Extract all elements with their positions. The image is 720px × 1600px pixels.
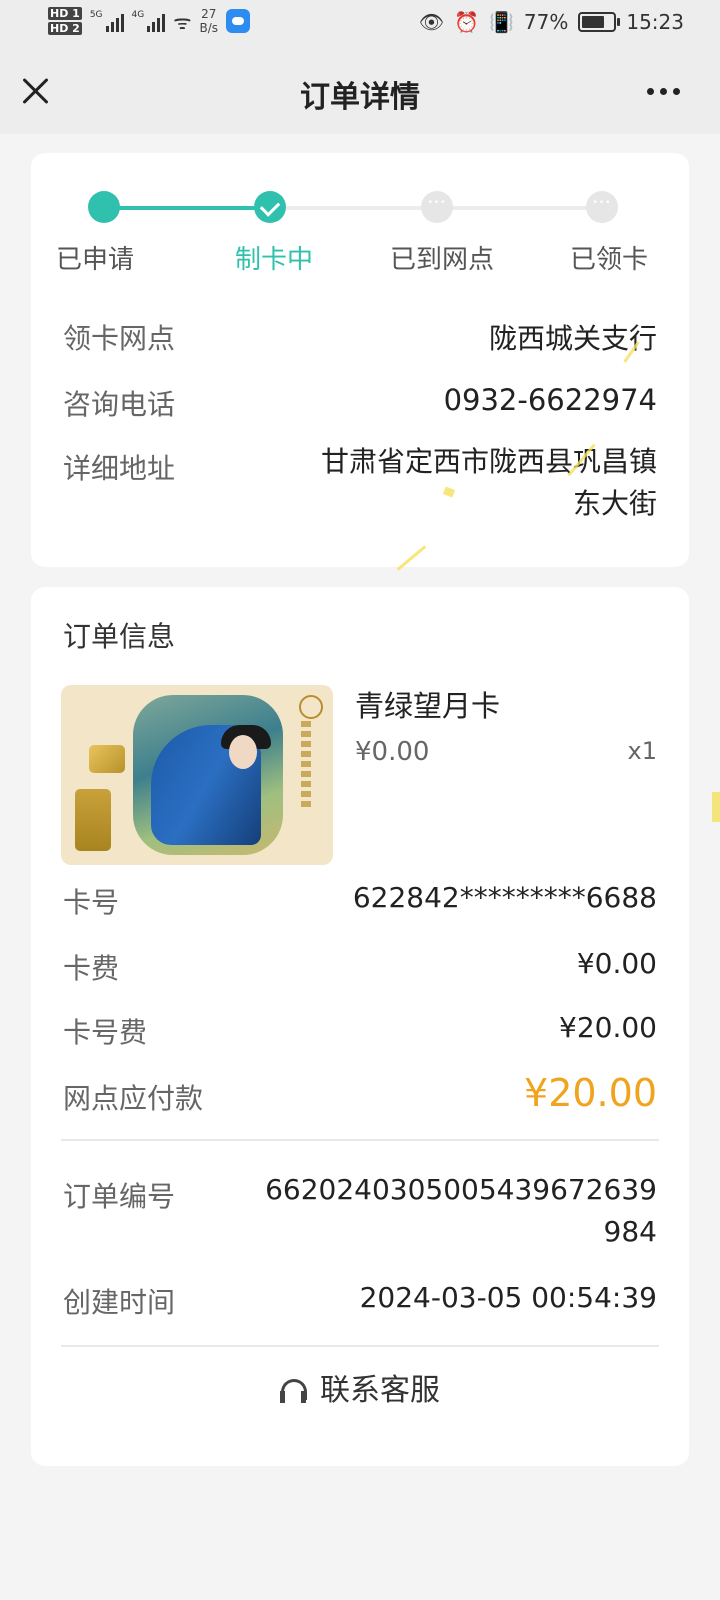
order-number-row: 订单编号 66202403050054396726​39 984	[63, 1173, 657, 1248]
step-label-applied: 已申请	[55, 245, 135, 275]
unionpay-logo	[75, 789, 111, 851]
progress-steps: 已申请 制卡中 已到网点 已领卡	[31, 191, 689, 275]
contact-service-label: 联系客服	[320, 1373, 440, 1408]
page-title: 订单详情	[300, 80, 420, 115]
chip-icon	[89, 745, 125, 773]
step-label-arrived: 已到网点	[389, 245, 495, 275]
alarm-icon: ⏰	[454, 10, 479, 34]
payable-row: 网点应付款 ¥20.00	[63, 1071, 657, 1115]
battery-icon	[578, 12, 621, 32]
product-price: ¥0.00	[355, 737, 430, 767]
section-title: 订单信息	[63, 620, 176, 653]
step-dot-arrived	[421, 191, 453, 223]
phone-number[interactable]: 0932-6622974	[444, 383, 657, 417]
eye-icon: 👁	[418, 10, 445, 34]
step-dot-collected	[586, 191, 618, 223]
step-label-making: 制卡中	[234, 245, 314, 275]
bank-logo	[299, 695, 323, 719]
vibrate-icon: 📳	[489, 10, 514, 34]
signal-4g-icon: 4G	[132, 10, 166, 32]
hd-indicator: HD 1 HD 2	[48, 7, 82, 35]
product-quantity: x1	[627, 737, 657, 765]
signal-5g-icon: 5G	[90, 10, 124, 32]
divider	[61, 1345, 659, 1347]
bank-card-image	[61, 685, 333, 865]
step-dot-making	[254, 191, 286, 223]
nav-bar: 订单详情	[0, 48, 720, 134]
weather-app-icon	[226, 9, 251, 33]
divider	[61, 1139, 659, 1141]
order-info-card: 订单信息 青绿望月卡 ¥0.00 x1 卡号 622842*********66…	[31, 587, 689, 1466]
headset-icon	[280, 1378, 307, 1405]
address-row: 详细地址 甘肃省定西市陇西县巩昌镇 东大街	[63, 445, 657, 520]
battery-percent: 77%	[523, 10, 569, 34]
confetti	[712, 792, 720, 822]
product-name: 青绿望月卡	[355, 689, 501, 723]
more-icon[interactable]	[647, 88, 680, 95]
clock: 15:23	[626, 10, 684, 34]
status-bar: HD 1 HD 2 5G 4G ᯤ 27 B/s 👁 ⏰ 📳 77% 15:23	[0, 0, 720, 48]
contact-service-button[interactable]: 联系客服	[31, 1365, 689, 1425]
progress-card: 已申请 制卡中 已到网点 已领卡 领卡网点 陇西城关支行 咨询电话 0932-6…	[31, 153, 689, 567]
wifi-icon: ᯤ	[173, 9, 192, 34]
step-label-collected: 已领卡	[569, 245, 649, 275]
payable-amount: ¥20.00	[524, 1071, 657, 1115]
step-dot-applied	[88, 191, 120, 223]
network-speed: 27 B/s	[199, 7, 219, 35]
